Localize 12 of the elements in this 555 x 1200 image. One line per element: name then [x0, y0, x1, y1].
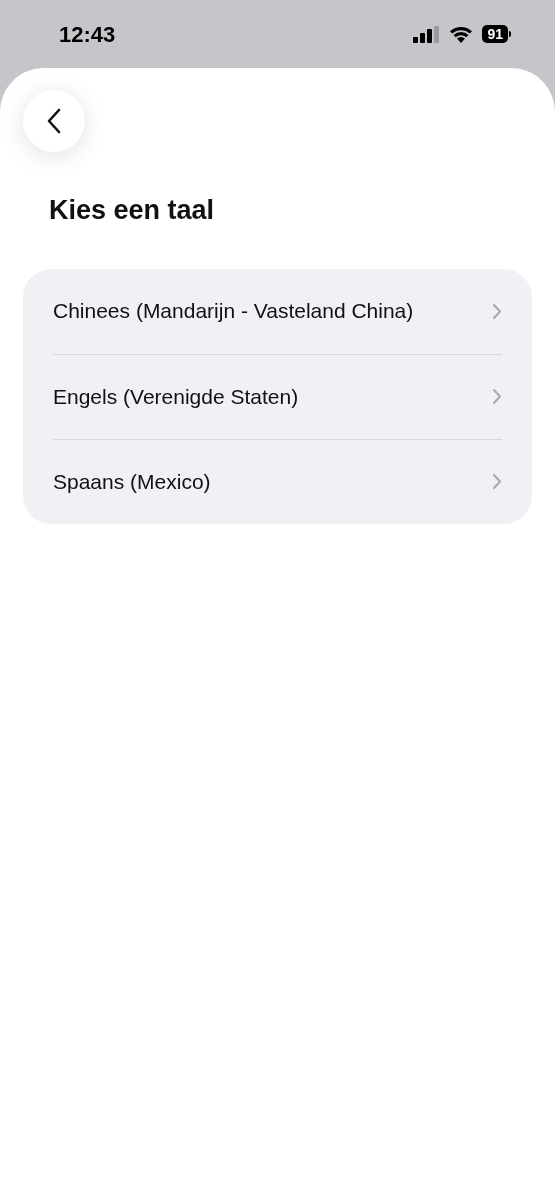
signal-icon — [413, 25, 441, 43]
chevron-icon — [492, 473, 502, 490]
language-item[interactable]: Engels (Verenigde Staten) — [53, 353, 502, 439]
back-chevron-icon — [47, 108, 61, 134]
language-item[interactable]: Chinees (Mandarijn - Vasteland China) — [53, 268, 502, 354]
wifi-icon — [449, 25, 474, 43]
battery-level: 91 — [482, 25, 508, 43]
chevron-icon — [492, 302, 502, 320]
page-title: Kies een taal — [49, 194, 216, 227]
language-item[interactable]: Spaans (Mexico) — [53, 438, 502, 524]
status-time: 12:43 — [59, 20, 116, 49]
chevron-icon — [492, 388, 502, 405]
